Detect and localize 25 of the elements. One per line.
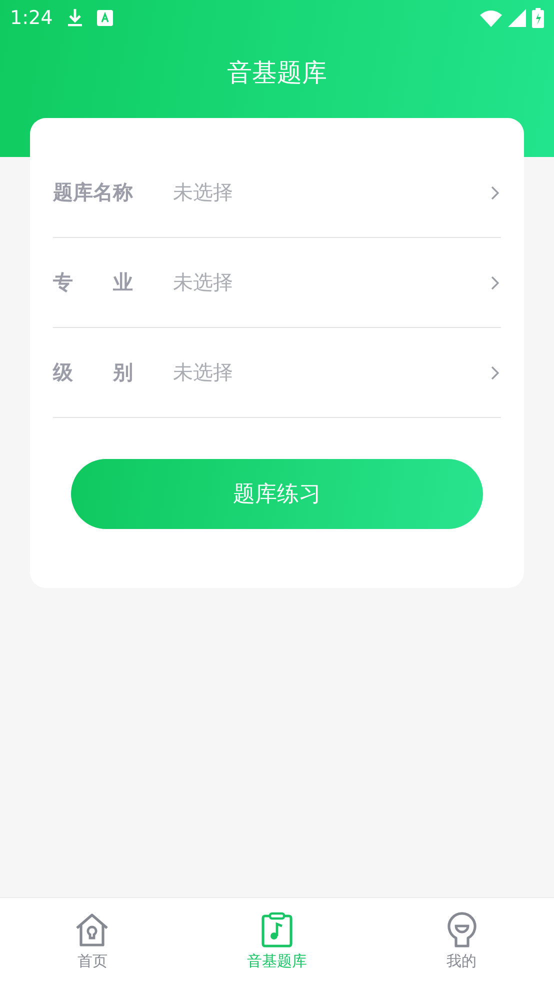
field-label: 级别 bbox=[53, 359, 133, 386]
app-icon bbox=[96, 10, 113, 26]
select-placeholder: 未选择 bbox=[173, 359, 234, 386]
page-title: 音基题库 bbox=[226, 57, 328, 89]
clipboard-music-icon bbox=[261, 912, 293, 948]
chevron-icon bbox=[491, 366, 499, 380]
select-placeholder: 未选择 bbox=[173, 179, 234, 206]
signal-icon bbox=[508, 9, 526, 27]
wifi-icon bbox=[480, 10, 502, 26]
download-icon bbox=[66, 8, 83, 28]
home-icon bbox=[74, 912, 110, 948]
nav-tab[interactable]: 首页 bbox=[0, 898, 185, 984]
select-row[interactable]: 专业 未选择 bbox=[53, 238, 501, 328]
field-label: 专业 bbox=[53, 269, 133, 296]
select-row[interactable]: 级别 未选择 bbox=[53, 328, 501, 418]
battery-icon bbox=[532, 8, 544, 28]
chevron-icon bbox=[491, 276, 499, 290]
select-row[interactable]: 题库名称 未选择 bbox=[53, 148, 501, 238]
practice-button[interactable]: 题库练习 bbox=[71, 459, 483, 529]
status-time: 1:24 bbox=[10, 7, 53, 29]
chevron-icon bbox=[491, 186, 499, 200]
nav-tab[interactable]: 我的 bbox=[369, 898, 554, 984]
field-label: 题库名称 bbox=[53, 179, 133, 206]
nav-tab[interactable]: 音基题库 bbox=[184, 898, 370, 984]
select-placeholder: 未选择 bbox=[173, 269, 234, 296]
